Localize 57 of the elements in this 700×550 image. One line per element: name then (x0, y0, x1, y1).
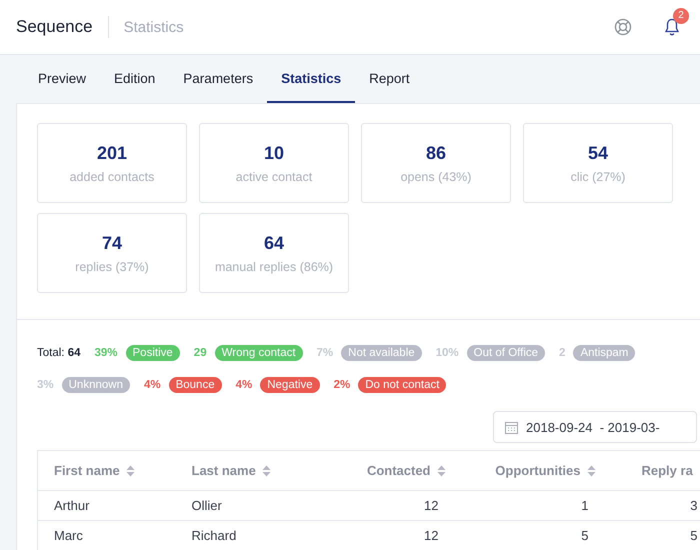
table-cell: Arthur (54, 498, 90, 513)
table-cell: 12 (424, 498, 438, 513)
stat-label: added contacts (70, 170, 154, 184)
sort-icon[interactable] (436, 464, 446, 476)
table-cell: 5 (581, 528, 588, 543)
table-cell: 1 (581, 498, 588, 513)
tag-count: 10% (436, 347, 459, 359)
tag-count: 39% (94, 347, 118, 359)
status-tag: Negative (260, 377, 320, 393)
tag-count: 7% (316, 347, 334, 359)
stat-value: 201 (96, 142, 128, 164)
bell-icon[interactable] (664, 18, 680, 36)
tag-count: 29 (194, 347, 207, 359)
sort-icon[interactable] (262, 464, 271, 476)
tab[interactable]: Edition (100, 55, 170, 103)
status-tag: Do not contact (358, 377, 446, 393)
table-cell: 3 (690, 498, 698, 513)
page-title: Sequence (16, 17, 93, 37)
status-tag: Unknnown (62, 377, 130, 393)
notification-badge: 2 (673, 8, 689, 24)
stat-value: 64 (264, 232, 284, 254)
status-tag: Wrong contact (214, 345, 303, 361)
status-tag: Bounce (168, 377, 222, 393)
status-tag: Antispam (573, 345, 636, 361)
stat-value: 86 (426, 142, 446, 164)
tab[interactable]: Parameters (169, 55, 268, 103)
stat-value: 10 (264, 142, 284, 164)
total-count: Total: 64 (37, 347, 80, 359)
table-cell: Richard (192, 528, 236, 543)
stat-label: replies (37%) (75, 260, 149, 274)
stat-value: 54 (588, 142, 608, 164)
tag-count: 3% (37, 379, 54, 391)
table-cell: 12 (424, 528, 438, 543)
tag-count: 2% (334, 379, 350, 391)
sort-icon[interactable] (586, 464, 596, 476)
status-tag: Positive (126, 345, 180, 361)
sort-icon[interactable] (126, 464, 135, 476)
status-tag: Out of Office (466, 345, 546, 361)
calendar-icon (505, 420, 518, 434)
status-tag: Not available (341, 345, 422, 361)
stat-value: 74 (102, 232, 122, 254)
tab[interactable]: Preview (24, 55, 100, 103)
table-cell: 5 (690, 528, 698, 543)
stat-label: active contact (236, 170, 312, 184)
table-cell: Ollier (192, 498, 222, 513)
stat-label: manual replies (86%) (214, 260, 334, 274)
table-cell: Marc (54, 528, 83, 543)
tag-count: 2 (559, 347, 566, 359)
date-range-field[interactable]: 2018-09-24 - 2019-03- (493, 411, 697, 443)
tag-count: 4% (144, 379, 161, 391)
tab[interactable]: Report (355, 55, 424, 103)
stat-label: clic (27%) (570, 170, 626, 184)
tag-count: 4% (236, 379, 252, 391)
stat-label: opens (43%) (400, 170, 472, 184)
page-subtitle: Statistics (124, 18, 184, 36)
help-icon[interactable] (614, 18, 632, 36)
date-range-value: 2018-09-24 - 2019-03- (526, 420, 660, 434)
